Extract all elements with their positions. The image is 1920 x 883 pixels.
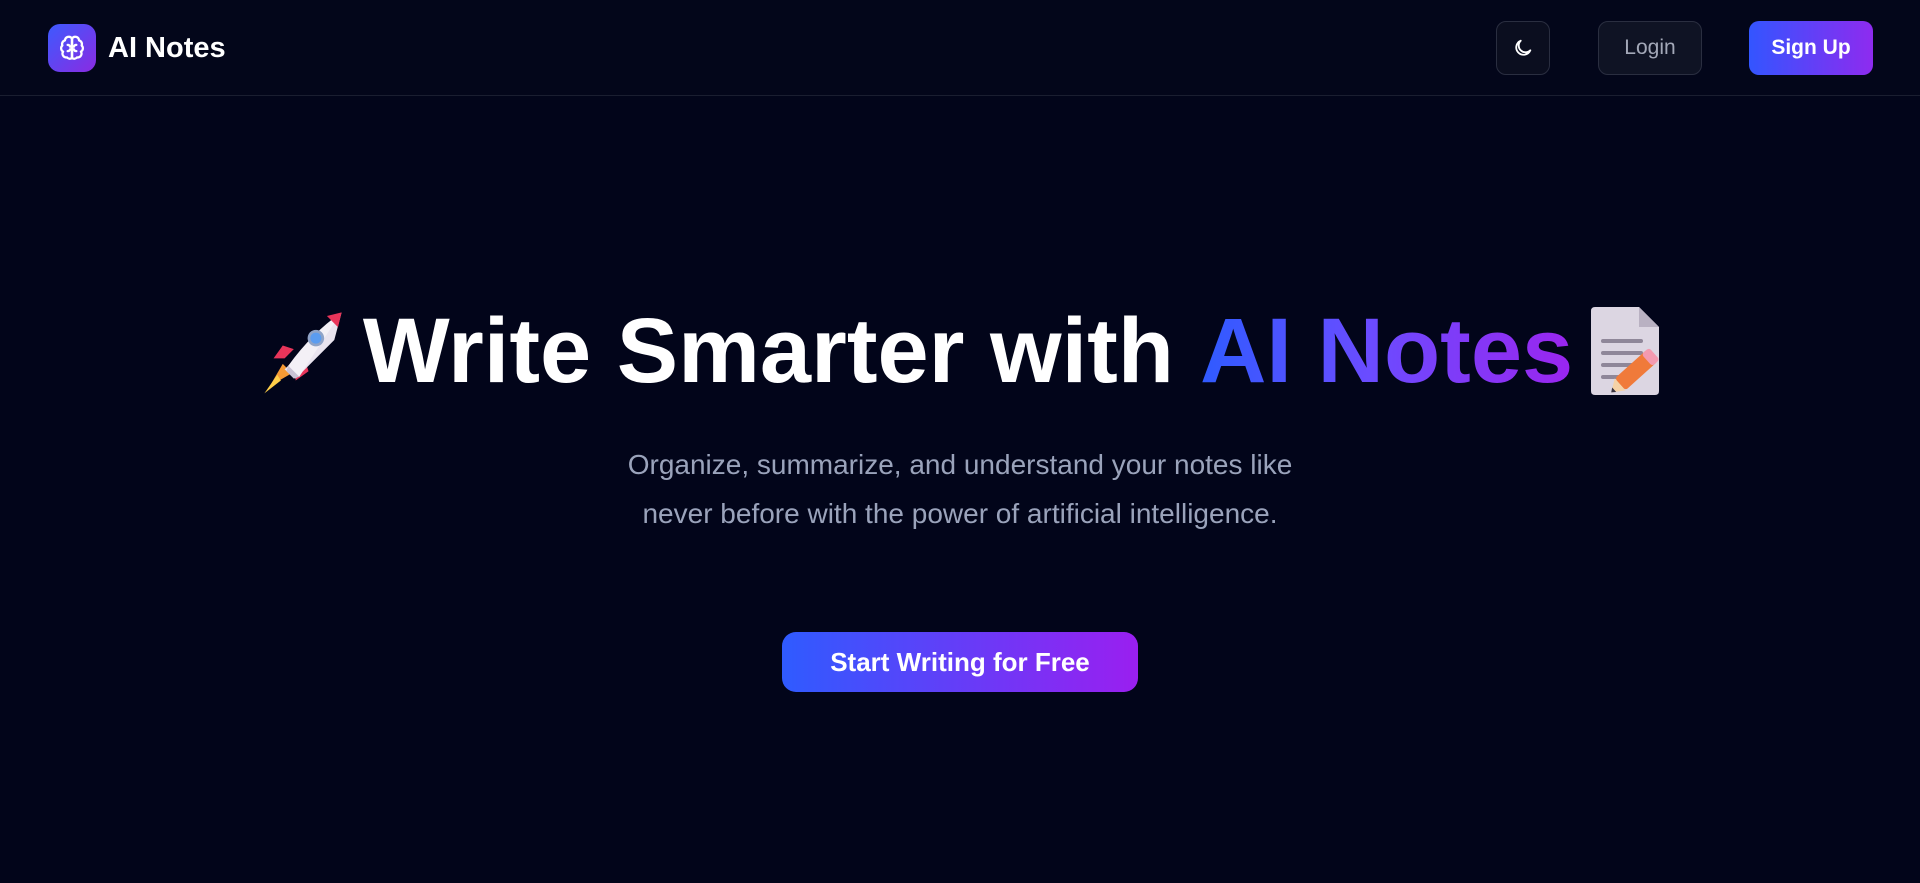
brand-name: AI Notes	[108, 31, 226, 64]
theme-toggle-button[interactable]	[1496, 21, 1550, 75]
memo-icon	[1585, 305, 1665, 397]
login-button[interactable]: Login	[1598, 21, 1702, 75]
hero-title: Write Smarter with AI Notes	[0, 296, 1920, 406]
brand-link[interactable]: AI Notes	[48, 24, 226, 72]
navbar: AI Notes Login Sign Up	[0, 0, 1920, 96]
hero-title-prefix: Write Smarter with	[362, 299, 1174, 402]
brain-icon	[48, 24, 96, 72]
signup-button[interactable]: Sign Up	[1749, 21, 1873, 75]
hero-title-highlight: AI Notes	[1199, 299, 1574, 402]
start-writing-button[interactable]: Start Writing for Free	[782, 632, 1138, 692]
hero-subtitle: Organize, summarize, and understand your…	[627, 449, 1293, 529]
rocket-icon	[255, 305, 351, 397]
moon-icon	[1515, 39, 1532, 56]
